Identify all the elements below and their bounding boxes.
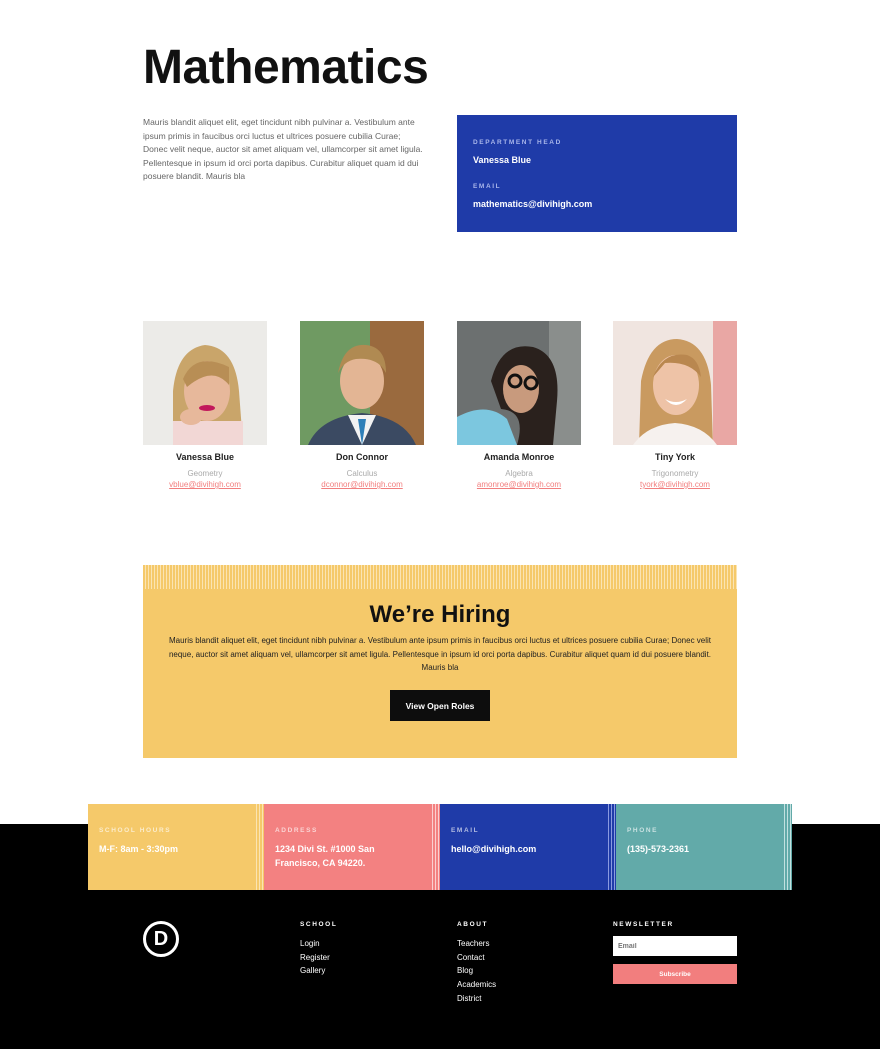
info-label: PHONE xyxy=(627,827,659,834)
footer-heading: ABOUT xyxy=(457,921,489,928)
team-member: Tiny York Trigonometry tyork@divihigh.co… xyxy=(613,321,737,489)
footer-link-district[interactable]: District xyxy=(457,992,496,1006)
info-label: EMAIL xyxy=(451,827,480,834)
view-open-roles-button[interactable]: View Open Roles xyxy=(390,690,490,721)
member-email-link[interactable]: dconnor@divihigh.com xyxy=(300,480,424,489)
member-name: Don Connor xyxy=(336,452,388,462)
avatar xyxy=(143,321,267,445)
team-grid: Vanessa Blue Geometry vblue@divihigh.com… xyxy=(143,321,737,496)
department-email-label: EMAIL xyxy=(473,183,502,190)
member-subject: Algebra xyxy=(505,469,533,478)
footer-link-teachers[interactable]: Teachers xyxy=(457,937,496,951)
footer-newsletter-column: NEWSLETTER xyxy=(613,921,674,928)
member-subject: Calculus xyxy=(346,469,378,478)
department-card: DEPARTMENT HEAD Vanessa Blue EMAIL mathe… xyxy=(457,115,737,232)
avatar xyxy=(457,321,581,445)
avatar xyxy=(613,321,737,445)
info-value: M-F: 8am - 3:30pm xyxy=(99,844,179,854)
department-head-name: Vanessa Blue xyxy=(473,155,532,165)
member-name: Amanda Monroe xyxy=(483,452,555,462)
footer-heading: SCHOOL xyxy=(300,921,338,928)
info-box-hours: SCHOOL HOURS M-F: 8am - 3:30pm xyxy=(88,804,254,890)
info-box-email: EMAIL hello@divihigh.com xyxy=(440,804,606,890)
team-member: Don Connor Calculus dconnor@divihigh.com xyxy=(300,321,424,489)
hiring-title: We’re Hiring xyxy=(369,601,511,628)
footer-heading: NEWSLETTER xyxy=(613,921,674,928)
intro-text: Mauris blandit aliquet elit, eget tincid… xyxy=(143,117,423,182)
member-email-link[interactable]: tyork@divihigh.com xyxy=(613,480,737,489)
info-value[interactable]: hello@divihigh.com xyxy=(451,843,595,857)
info-stripe xyxy=(606,804,616,890)
footer-link-register[interactable]: Register xyxy=(300,951,337,965)
department-head-label: DEPARTMENT HEAD xyxy=(473,139,562,146)
member-name: Vanessa Blue xyxy=(175,452,235,462)
team-member: Amanda Monroe Algebra amonroe@divihigh.c… xyxy=(457,321,581,489)
member-subject: Geometry xyxy=(187,469,223,478)
subscribe-button[interactable]: Subscribe xyxy=(613,964,737,984)
info-box-phone: PHONE (135)-573-2361 xyxy=(616,804,782,890)
member-email-link[interactable]: amonroe@divihigh.com xyxy=(457,480,581,489)
footer-about-column: ABOUT Teachers Contact Blog Academics Di… xyxy=(457,921,496,1006)
footer-link-gallery[interactable]: Gallery xyxy=(300,964,337,978)
info-stripe xyxy=(782,804,792,890)
newsletter-email-input[interactable] xyxy=(613,936,737,956)
avatar xyxy=(300,321,424,445)
department-email-link[interactable]: mathematics@divihigh.com xyxy=(473,199,721,209)
hiring-stripes xyxy=(143,565,737,589)
footer-link-login[interactable]: Login xyxy=(300,937,337,951)
team-member: Vanessa Blue Geometry vblue@divihigh.com xyxy=(143,321,267,489)
divi-logo-icon[interactable]: D xyxy=(143,921,179,957)
footer-link-blog[interactable]: Blog xyxy=(457,964,496,978)
info-value: 1234 Divi St. #1000 San Francisco, CA 94… xyxy=(275,844,375,868)
info-label: ADDRESS xyxy=(275,827,318,834)
footer-link-academics[interactable]: Academics xyxy=(457,978,496,992)
info-stripe xyxy=(430,804,440,890)
page-title: Mathematics xyxy=(143,41,429,94)
info-stripe xyxy=(254,804,264,890)
member-name: Tiny York xyxy=(654,452,696,462)
member-subject: Trigonometry xyxy=(651,469,699,478)
member-email-link[interactable]: vblue@divihigh.com xyxy=(143,480,267,489)
info-label: SCHOOL HOURS xyxy=(99,827,172,834)
hiring-text: Mauris blandit aliquet elit, eget tincid… xyxy=(168,636,712,673)
hiring-section: We’re Hiring Mauris blandit aliquet elit… xyxy=(143,565,737,758)
info-value[interactable]: (135)-573-2361 xyxy=(627,843,771,857)
footer-link-contact[interactable]: Contact xyxy=(457,951,496,965)
info-box-address: ADDRESS 1234 Divi St. #1000 San Francisc… xyxy=(264,804,430,890)
footer-school-column: SCHOOL Login Register Gallery xyxy=(300,921,337,978)
